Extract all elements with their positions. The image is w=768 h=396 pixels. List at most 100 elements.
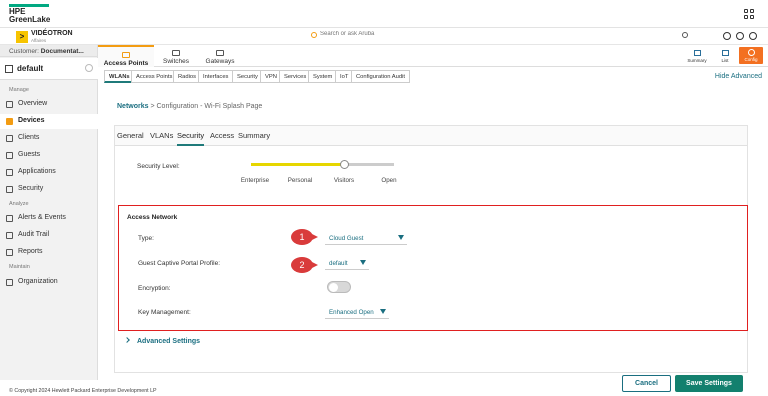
- portal-profile-value: default: [329, 260, 348, 267]
- tab-access[interactable]: Access: [210, 131, 234, 140]
- key-management-value: Enhanced Open: [329, 309, 374, 316]
- breadcrumb: Networks > Configuration - Wi-Fi Splash …: [117, 103, 262, 110]
- access-point-icon: [122, 52, 130, 58]
- subtab-services[interactable]: Services: [279, 70, 311, 83]
- organization-icon: [6, 279, 13, 286]
- toggle-knob: [329, 283, 338, 292]
- subtab-access-points[interactable]: Access Points: [131, 70, 177, 83]
- callout-1: 1: [291, 229, 318, 245]
- gear-icon: [747, 49, 755, 56]
- sidebar-item-applications[interactable]: Applications: [0, 165, 98, 180]
- tab-label: Config: [744, 57, 758, 62]
- bell-icon[interactable]: [723, 32, 731, 40]
- section-manage: Manage: [9, 87, 29, 93]
- tab-label: Access Points: [103, 60, 149, 67]
- group-selector[interactable]: default: [0, 58, 98, 80]
- type-select[interactable]: Cloud Guest: [325, 231, 407, 245]
- sidebar-item-guests[interactable]: Guests: [0, 148, 98, 163]
- type-label: Type:: [138, 235, 154, 242]
- sidebar-item-label: Organization: [18, 278, 58, 285]
- sidebar-item-organization[interactable]: Organization: [0, 275, 98, 290]
- sidebar-item-audit-trail[interactable]: Audit Trail: [0, 228, 98, 243]
- callout-2: 2: [291, 257, 318, 273]
- sidebar-item-security[interactable]: Security: [0, 182, 98, 197]
- tab-summary[interactable]: Summary: [238, 131, 270, 140]
- sidebar-item-label: Clients: [18, 134, 40, 141]
- tab-summary[interactable]: Summary: [684, 48, 710, 65]
- advanced-settings-toggle[interactable]: Advanced Settings: [124, 337, 200, 345]
- sidebar-item-overview[interactable]: Overview: [0, 97, 98, 112]
- guests-icon: [6, 152, 13, 159]
- search-bar[interactable]: [306, 31, 696, 42]
- search-icon[interactable]: [682, 32, 688, 38]
- subtab-radios[interactable]: Radios: [173, 70, 201, 83]
- overview-icon: [6, 101, 13, 108]
- applications-icon: [6, 169, 13, 176]
- sidebar-item-label: Overview: [18, 100, 48, 107]
- sidebar-item-clients[interactable]: Clients: [0, 131, 98, 146]
- encryption-label: Encryption:: [138, 285, 171, 292]
- sidebar: Customer: Documentat... default Manage O…: [0, 45, 98, 396]
- level-enterprise[interactable]: Enterprise: [230, 177, 280, 184]
- save-settings-button[interactable]: Save Settings: [675, 375, 743, 392]
- sidebar-item-reports[interactable]: Reports: [0, 245, 98, 260]
- tab-switches[interactable]: Switches: [154, 45, 198, 67]
- sidebar-item-label: Audit Trail: [18, 231, 50, 238]
- tab-config[interactable]: Config: [739, 47, 763, 64]
- hide-advanced-link[interactable]: Hide Advanced: [715, 73, 762, 80]
- tab-label: List: [721, 58, 729, 63]
- encryption-toggle[interactable]: [327, 281, 351, 293]
- sidebar-item-label: Devices: [18, 117, 45, 124]
- security-level-fill: [251, 163, 344, 166]
- reports-icon: [6, 249, 13, 256]
- level-personal[interactable]: Personal: [275, 177, 325, 184]
- subtab-vpn[interactable]: VPN: [260, 70, 281, 83]
- customer-label: Customer:: [9, 48, 39, 55]
- tab-vlans[interactable]: VLANs: [150, 131, 173, 140]
- tab-label: Gateways: [205, 58, 235, 65]
- switch-icon: [172, 50, 180, 56]
- security-level-thumb[interactable]: [340, 160, 349, 169]
- access-network-section: Access Network Type: 1 Cloud Guest Guest…: [118, 205, 748, 331]
- wizard-tabs: General VLANs Security Access Summary: [115, 126, 747, 146]
- group-status-icon: [85, 64, 93, 72]
- apps-grid-icon[interactable]: [744, 9, 754, 19]
- brand-bar: > VIDÉOTRON Affaires: [0, 28, 768, 45]
- cancel-button[interactable]: Cancel: [622, 375, 671, 392]
- brand-name: VIDÉOTRON: [31, 30, 73, 37]
- customer-selector[interactable]: Customer: Documentat...: [0, 45, 97, 57]
- level-open[interactable]: Open: [364, 177, 414, 184]
- search-input[interactable]: [320, 31, 620, 37]
- type-value: Cloud Guest: [329, 235, 364, 242]
- portal-profile-select[interactable]: default: [325, 256, 369, 270]
- logo-line2: GreenLake: [9, 15, 51, 24]
- wlan-config-card: General VLANs Security Access Summary Se…: [114, 125, 748, 373]
- subtab-configuration-audit[interactable]: Configuration Audit: [351, 70, 410, 83]
- sidebar-item-alerts[interactable]: Alerts & Events: [0, 211, 98, 226]
- subtab-system[interactable]: System: [308, 70, 337, 83]
- hpe-greenlake-logo[interactable]: HPE GreenLake: [9, 4, 53, 24]
- key-management-select[interactable]: Enhanced Open: [325, 305, 389, 319]
- brand-subtitle: Affaires: [31, 38, 47, 43]
- breadcrumb-networks-link[interactable]: Networks: [117, 103, 149, 110]
- brand-badge-icon: >: [16, 31, 28, 43]
- subtab-interfaces[interactable]: Interfaces: [198, 70, 233, 83]
- alerts-icon: [6, 215, 13, 222]
- subtab-security[interactable]: Security: [232, 70, 262, 83]
- devices-icon: [6, 118, 13, 125]
- level-visitors[interactable]: Visitors: [319, 177, 369, 184]
- chevron-down-icon: [398, 235, 404, 240]
- tab-general[interactable]: General: [117, 131, 144, 140]
- subtab-wlans[interactable]: WLANs: [104, 70, 134, 83]
- access-network-title: Access Network: [127, 214, 178, 221]
- help-icon[interactable]: [736, 32, 744, 40]
- tab-label: Switches: [162, 58, 189, 65]
- sidebar-item-label: Security: [18, 185, 44, 192]
- tab-security[interactable]: Security: [177, 131, 205, 146]
- tab-gateways[interactable]: Gateways: [198, 45, 242, 67]
- sidebar-item-devices[interactable]: Devices: [0, 114, 98, 129]
- tab-list[interactable]: List: [712, 48, 738, 65]
- user-icon[interactable]: [749, 32, 757, 40]
- subtab-iot[interactable]: IoT: [335, 70, 353, 83]
- tab-access-points[interactable]: Access Points: [98, 45, 154, 67]
